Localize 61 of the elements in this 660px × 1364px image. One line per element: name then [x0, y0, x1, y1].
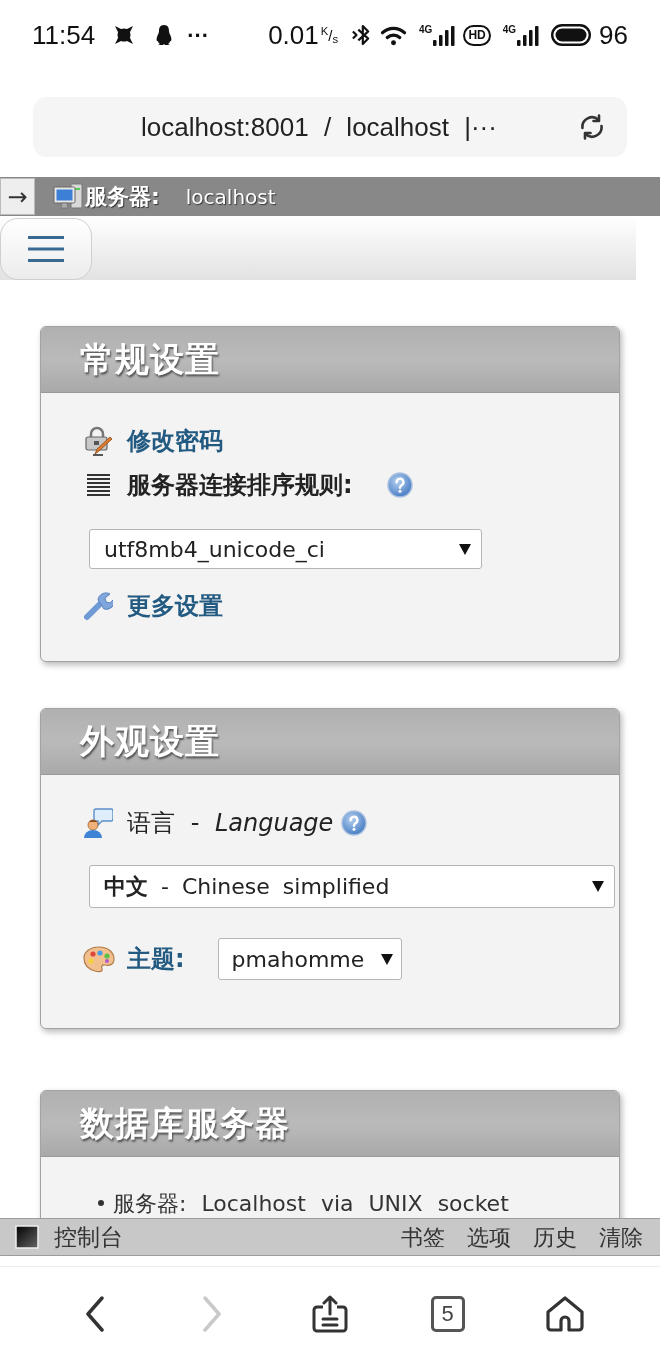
- console-icon[interactable]: [15, 1225, 39, 1249]
- language-select[interactable]: 中文 - Chinese simplified: [89, 865, 615, 908]
- reload-button[interactable]: [579, 114, 605, 140]
- theme-select[interactable]: pmahomme: [217, 938, 402, 980]
- wifi-icon: [380, 24, 408, 46]
- address-bar[interactable]: localhost:8001 / localhost |···: [33, 97, 627, 157]
- navigation-toggle[interactable]: →: [0, 178, 35, 215]
- tabs-button[interactable]: 5: [430, 1295, 465, 1332]
- network-type-label: 4G: [419, 24, 433, 35]
- theme-link[interactable]: 主题:: [127, 941, 185, 977]
- caret-icon: [380, 953, 393, 965]
- home-icon: [545, 1294, 586, 1333]
- list-icon: [86, 474, 110, 496]
- help-icon[interactable]: [341, 810, 368, 836]
- console-action[interactable]: 选项: [467, 1220, 511, 1254]
- hd-badge: HD: [463, 24, 491, 46]
- person-speech-icon: [83, 807, 113, 839]
- panel-title: 数据库服务器: [80, 1102, 290, 1145]
- caret-icon: [459, 543, 471, 555]
- language-label: 语言 - Language: [127, 808, 334, 839]
- speed-unit: $^{K}$/$_{s}$: [320, 27, 339, 43]
- palette-icon: [83, 945, 115, 973]
- lock-pencil-icon: [83, 426, 113, 456]
- collation-label: 服务器连接排序规则:: [127, 470, 353, 501]
- penguin-icon: [155, 24, 174, 46]
- share-button[interactable]: [312, 1294, 348, 1333]
- signal-icon: [433, 25, 456, 46]
- bullet-icon: [98, 1200, 104, 1206]
- back-icon: [84, 1295, 105, 1332]
- network-speed: 0.01: [268, 18, 319, 52]
- battery-percent: 96: [599, 18, 628, 52]
- server-info: 服务器: Localhost via UNIX socket: [113, 1189, 509, 1218]
- panel-title: 常规设置: [80, 338, 220, 381]
- share-icon: [312, 1294, 348, 1333]
- page-address[interactable]: localhost:8001 / localhost |···: [141, 107, 497, 147]
- bluetooth-icon: [352, 23, 371, 47]
- menu-button[interactable]: [0, 218, 92, 280]
- console-action[interactable]: 历史: [533, 1220, 577, 1254]
- change-password-link[interactable]: 修改密码: [127, 423, 223, 459]
- server-breadcrumb-link[interactable]: 服务器: localhost: [53, 180, 276, 213]
- forward-icon: [202, 1295, 223, 1332]
- more-settings-link[interactable]: 更多设置: [127, 588, 223, 624]
- wrench-icon: [83, 591, 113, 621]
- home-button[interactable]: [545, 1294, 586, 1333]
- clock-time: 11:54: [32, 18, 96, 52]
- menu-icon: [28, 236, 64, 262]
- help-icon[interactable]: [386, 472, 413, 498]
- network-type-label: 4G: [502, 24, 517, 35]
- battery-icon: [551, 24, 592, 46]
- console-action[interactable]: 清除: [599, 1220, 643, 1254]
- signal-icon: [517, 25, 540, 46]
- caret-icon: [592, 881, 604, 892]
- back-button[interactable]: [84, 1295, 105, 1332]
- console-title[interactable]: 控制台: [54, 1219, 123, 1255]
- console-action[interactable]: 书签: [401, 1220, 445, 1254]
- reload-icon: [579, 114, 605, 140]
- more-notifications: ···: [187, 21, 210, 50]
- collation-select[interactable]: utf8mb4_unicode_ci: [89, 529, 482, 569]
- app-notification-icon: [113, 24, 136, 46]
- panel-title: 外观设置: [80, 720, 220, 763]
- computer-icon: [53, 182, 83, 211]
